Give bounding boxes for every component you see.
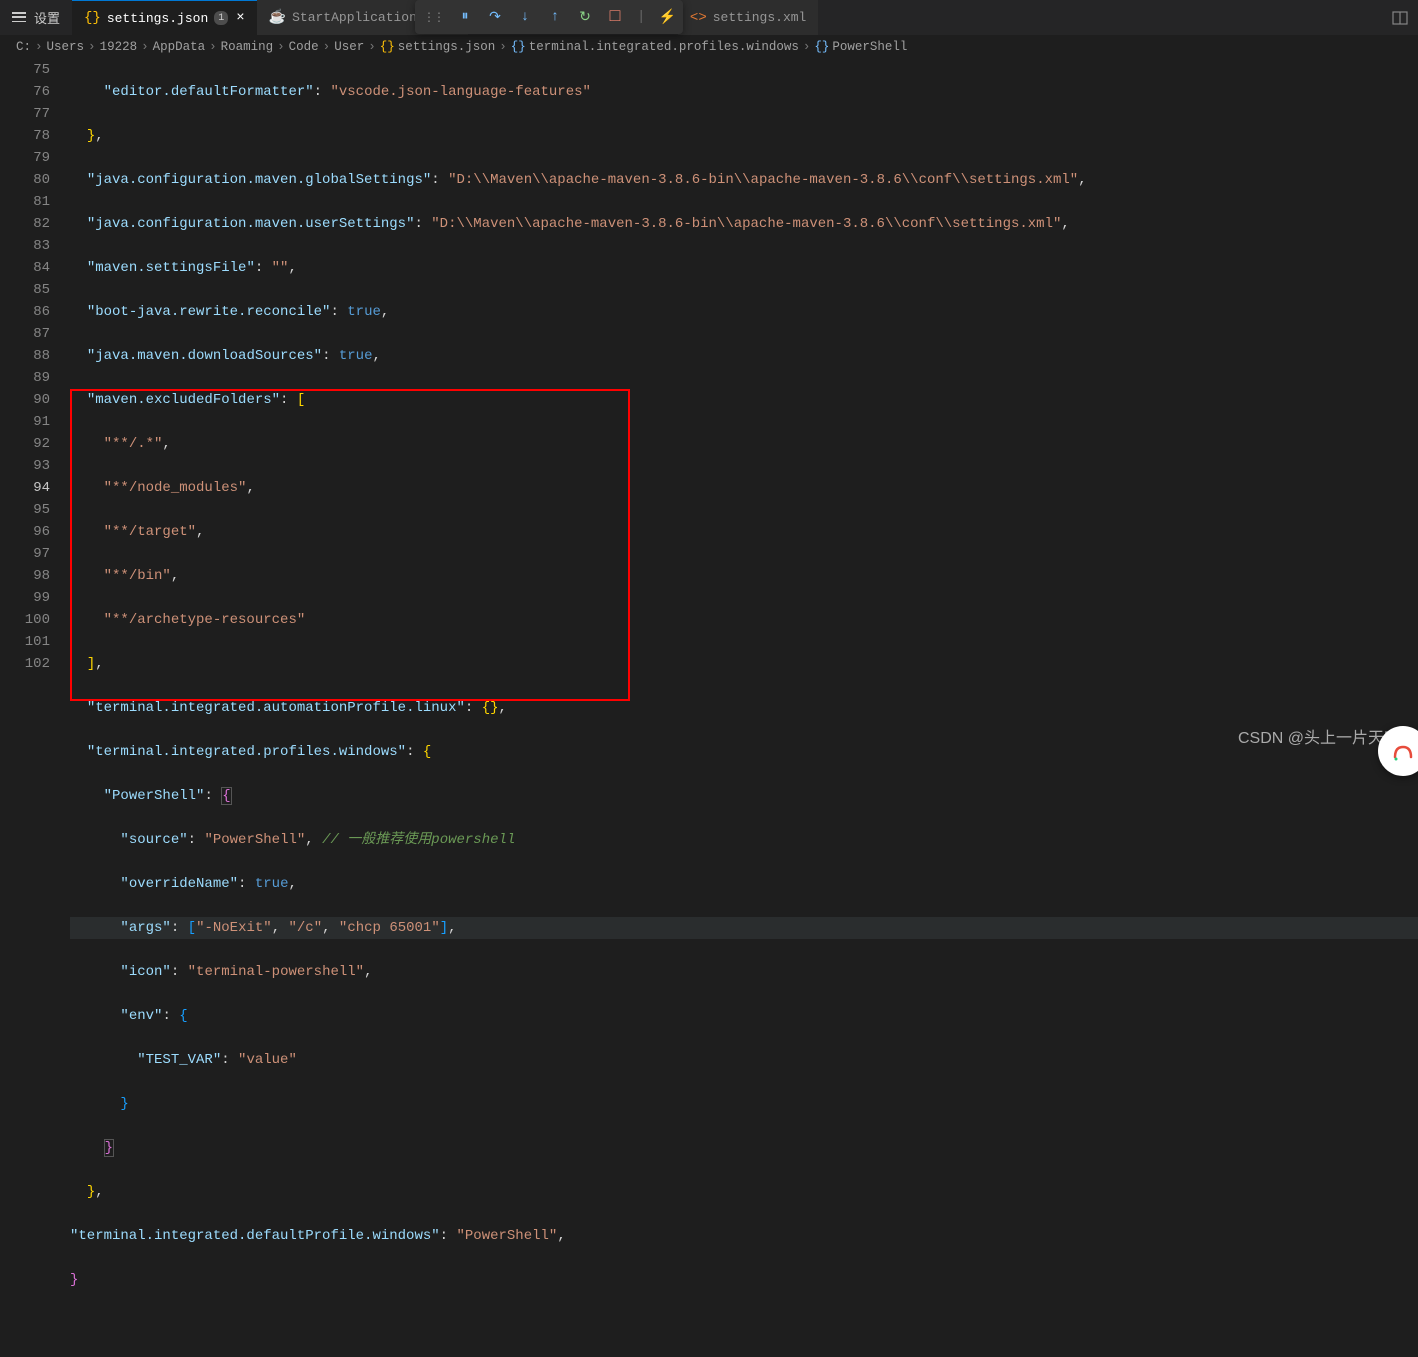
- line-gutter: 7576777879808182838485868788899091929394…: [0, 59, 70, 766]
- crumb[interactable]: Code: [289, 40, 319, 54]
- crumb[interactable]: 19228: [100, 40, 138, 54]
- crumb[interactable]: Roaming: [221, 40, 274, 54]
- brace-icon: {}: [511, 40, 526, 54]
- hot-reload-icon[interactable]: ⚡: [659, 9, 675, 25]
- crumb[interactable]: AppData: [153, 40, 206, 54]
- tabs-bar: 设置 {} settings.json 1 × ☕ StartApplicati…: [0, 0, 1418, 35]
- crumb[interactable]: PowerShell: [832, 40, 907, 54]
- crumb[interactable]: C:: [16, 40, 31, 54]
- settings-tab-link[interactable]: 设置: [0, 0, 72, 35]
- watermark: CSDN @头上一片天空: [1238, 724, 1400, 748]
- hamburger-icon: [12, 12, 26, 22]
- tab-label: settings.xml: [713, 10, 807, 25]
- tab-settings-json[interactable]: {} settings.json 1 ×: [72, 0, 257, 35]
- close-icon[interactable]: ×: [236, 10, 244, 26]
- grip-icon[interactable]: ⋮⋮: [423, 10, 443, 25]
- editor-area[interactable]: 7576777879808182838485868788899091929394…: [0, 59, 1418, 766]
- crumb[interactable]: terminal.integrated.profiles.windows: [529, 40, 799, 54]
- xml-icon: <>: [690, 10, 707, 26]
- step-out-icon[interactable]: ↑: [547, 9, 563, 25]
- crumb[interactable]: Users: [47, 40, 85, 54]
- restart-icon[interactable]: ↻: [577, 9, 593, 25]
- corner-widget[interactable]: [1378, 726, 1418, 776]
- crumb[interactable]: User: [334, 40, 364, 54]
- stop-icon[interactable]: □: [607, 9, 623, 25]
- breadcrumbs: C:› Users› 19228› AppData› Roaming› Code…: [0, 35, 1418, 59]
- java-icon: ☕: [269, 9, 286, 26]
- pause-icon[interactable]: ⏸: [457, 9, 473, 25]
- debug-toolbar: ⋮⋮ ⏸ ↷ ↓ ↑ ↻ □ | ⚡: [415, 0, 683, 34]
- step-into-icon[interactable]: ↓: [517, 9, 533, 25]
- code-content[interactable]: "editor.defaultFormatter": "vscode.json-…: [70, 59, 1418, 766]
- tab-label: settings.json: [107, 11, 208, 26]
- crumb[interactable]: settings.json: [398, 40, 496, 54]
- split-editor-icon[interactable]: [1392, 10, 1408, 31]
- tab-settings-xml[interactable]: <> settings.xml: [678, 0, 818, 35]
- step-over-icon[interactable]: ↷: [487, 9, 503, 25]
- settings-label: 设置: [34, 8, 60, 27]
- tab-modified-badge: 1: [214, 11, 228, 25]
- json-icon: {}: [380, 40, 395, 54]
- brace-icon: {}: [814, 40, 829, 54]
- json-icon: {}: [84, 10, 101, 26]
